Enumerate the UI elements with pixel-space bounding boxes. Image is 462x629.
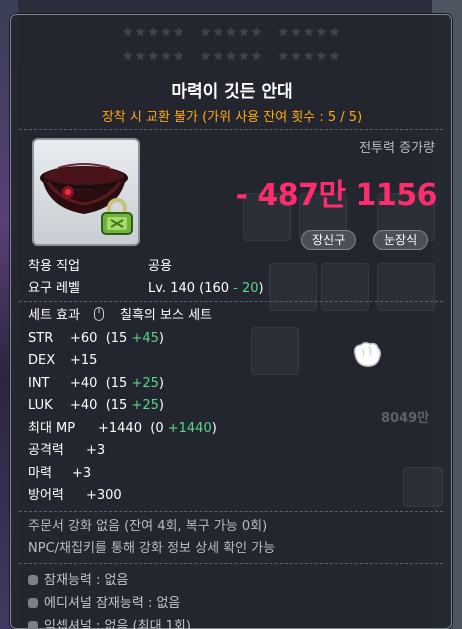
stat-close: ): [158, 330, 164, 346]
exceptional-text: 익셉셔널 : 없음 (최대 1회): [44, 619, 191, 629]
lock-icon: [101, 198, 133, 235]
additional-potential-text: 에디셔널 잠재능력 : 없음: [44, 596, 181, 611]
enhance-status: 주문서 강화 없음 (잔여 4회, 복구 가능 0회): [28, 519, 268, 534]
stat-close: ): [158, 375, 164, 391]
stat-int: INT +40 (15 +25): [28, 373, 217, 396]
stat-key: STR: [28, 330, 54, 346]
item-icon-frame: [32, 138, 140, 246]
stat-bonus: +25: [131, 375, 159, 391]
required-level-label: 요구 레벨: [28, 281, 80, 296]
star-force-row-2: ★★★★★ ★★★★★ ★★★★★: [11, 49, 453, 63]
enhance-hint: NPC/채집키를 통해 강화 정보 상세 확인 가능: [28, 541, 276, 556]
stat-key: 마력: [28, 465, 52, 481]
potential-bullet-icon: [28, 598, 38, 608]
set-effect-label: 세트 효과: [28, 308, 80, 323]
star-group: ★★★★★: [200, 49, 264, 63]
stat-base: (15: [105, 398, 132, 413]
required-job-label: 착용 직업: [28, 259, 80, 274]
stat-defense: 방어력 +300: [28, 485, 217, 508]
stat-key: DEX: [28, 353, 56, 368]
stat-total: +1440: [98, 420, 142, 436]
required-level-reduction: - 20: [233, 281, 259, 296]
stat-bonus: +1440: [167, 420, 212, 436]
additional-potential-row: 에디셔널 잠재능력 : 없음: [28, 592, 180, 611]
required-job-value: 공용: [148, 259, 172, 274]
stat-dex: DEX +15: [28, 350, 217, 373]
background-meso-label: 8049만: [381, 411, 430, 426]
star-group: ★★★★★: [277, 25, 342, 39]
stat-bonus: +25: [131, 398, 159, 413]
tag-accessory: 장신구: [301, 230, 357, 250]
star-group: ★★★★★: [277, 49, 342, 63]
divider: [19, 129, 443, 130]
stat-key: LUK: [28, 398, 53, 413]
stat-luk: LUK +40 (15 +25): [28, 395, 217, 418]
star-group: ★★★★★: [122, 49, 187, 63]
stat-bonus: +45: [131, 330, 159, 346]
hand-cursor-icon: [353, 341, 382, 367]
background-slot: [269, 263, 317, 311]
set-effect-row[interactable]: 세트 효과 칠흑의 보스 세트: [28, 305, 217, 328]
stat-attack: 공격력 +3: [28, 440, 217, 463]
potential-bullet-icon: [28, 575, 38, 585]
required-level-close: ): [258, 281, 264, 296]
background-slot: [377, 263, 435, 311]
stat-total: +15: [70, 353, 98, 368]
stat-total: +60: [70, 330, 98, 346]
trade-restriction-note: 장착 시 교환 불가 (가위 사용 잔여 횟수 : 5 / 5): [101, 110, 363, 125]
stat-str: STR +60 (15 +45): [28, 328, 217, 351]
required-level-row: 요구 레벨 Lv. 140 (160 - 20): [28, 277, 264, 296]
stat-key: INT: [28, 375, 50, 391]
stat-total: +3: [86, 443, 106, 458]
item-tooltip: 8049만 ★★★★★ ★★★★★ ★★★★★ ★★★★★ ★★★★★ ★★★★★ 마력…: [10, 14, 452, 629]
background-slot: [321, 263, 369, 311]
tag-eye-accessory: 눈장식: [373, 230, 429, 250]
background-slot: [251, 327, 299, 375]
star-group: ★★★★★: [200, 25, 264, 39]
stat-key: 방어력: [28, 488, 64, 503]
combat-power-value: - 487만 1156: [235, 178, 437, 213]
stat-magic: 마력 +3: [28, 463, 217, 486]
stat-base: (0: [150, 420, 168, 436]
divider: [19, 563, 443, 564]
stat-total: +3: [72, 465, 92, 481]
potential-text: 잠재능력 : 없음: [44, 573, 129, 588]
star-force-row-1: ★★★★★ ★★★★★ ★★★★★: [11, 25, 453, 39]
stat-close: ): [158, 398, 164, 413]
stat-base: (15: [105, 330, 132, 346]
required-job-row: 착용 직업 공용: [28, 255, 172, 274]
stat-total: +40: [70, 375, 98, 391]
divider: [19, 511, 443, 512]
stat-list: 세트 효과 칠흑의 보스 세트 STR +60 (15 +45) DEX +15 IN…: [28, 305, 217, 508]
star-group: ★★★★★: [122, 25, 187, 39]
stat-total: +40: [70, 398, 98, 413]
potential-bullet-icon: [28, 621, 38, 629]
background-slot: [403, 467, 443, 507]
stat-total: +300: [86, 488, 122, 503]
stat-close: ): [211, 420, 217, 436]
stat-base: (15: [105, 375, 132, 391]
item-name: 마력이 깃든 안대: [171, 82, 293, 102]
set-effect-name: 칠흑의 보스 세트: [120, 308, 212, 323]
mouse-icon: [94, 307, 104, 321]
divider: [19, 301, 443, 302]
required-level-value: Lv. 140 (160: [148, 281, 234, 296]
combat-power-label: 전투력 증가량: [359, 141, 435, 156]
stat-key: 최대 MP: [28, 420, 76, 436]
stat-max-mp: 최대 MP +1440 (0 +1440): [28, 418, 217, 441]
potential-row: 잠재능력 : 없음: [28, 569, 128, 588]
exceptional-row: 익셉셔널 : 없음 (최대 1회): [28, 615, 191, 629]
stat-key: 공격력: [28, 443, 64, 458]
